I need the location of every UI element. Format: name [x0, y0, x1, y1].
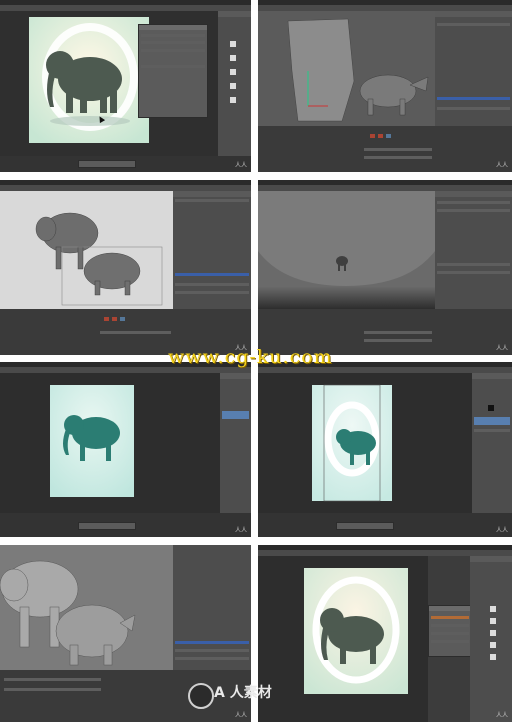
layers-panel[interactable]: [472, 373, 512, 513]
3d-scene: [258, 11, 435, 126]
corner-mark: 人人: [495, 527, 508, 534]
watermark-text: www.cg-ku.com: [168, 346, 333, 368]
timeline-area[interactable]: [258, 126, 512, 172]
logo-icon: [188, 683, 214, 709]
timeline-control[interactable]: [78, 160, 136, 168]
3d-viewport[interactable]: [0, 545, 173, 670]
3d-scene: [258, 191, 435, 309]
3d-scene: [0, 545, 173, 670]
3d-scene: [0, 191, 173, 309]
panel-photoshop-4: 人人: [258, 545, 512, 722]
attributes-panel[interactable]: [173, 191, 251, 309]
panel-3d-1: 人人: [258, 0, 512, 172]
corner-mark: 人人: [495, 712, 508, 719]
canvas-artwork: [312, 384, 392, 502]
3d-viewport[interactable]: [258, 11, 435, 126]
layers-panel[interactable]: [470, 556, 512, 722]
logo-text: A 人素材: [214, 685, 272, 701]
panel-photoshop-2: 人人: [0, 362, 251, 537]
canvas-viewport[interactable]: [258, 373, 472, 513]
status-bar: [0, 513, 251, 537]
corner-mark: 人人: [234, 712, 247, 719]
3d-viewport[interactable]: [0, 191, 173, 309]
canvas-viewport[interactable]: [258, 556, 428, 722]
layers-panel[interactable]: [220, 373, 251, 513]
layer-style-dialog[interactable]: [428, 605, 472, 657]
status-bar: [258, 513, 512, 537]
timeline-control[interactable]: [78, 522, 136, 530]
attributes-panel[interactable]: [173, 545, 251, 670]
corner-mark: 人人: [495, 162, 508, 169]
panel-3d-3: 人人: [258, 180, 512, 355]
dialog-title-bar[interactable]: [429, 606, 471, 611]
dialog-title-bar[interactable]: [139, 25, 207, 30]
layers-panel[interactable]: [218, 11, 251, 156]
panel-3d-2: 人人: [0, 180, 251, 355]
corner-mark: 人人: [495, 345, 508, 352]
object-manager-panel[interactable]: [435, 11, 512, 126]
3d-viewport[interactable]: [258, 191, 435, 309]
panel-photoshop-1: 人人: [0, 0, 251, 172]
status-bar: [0, 156, 251, 172]
properties-dialog[interactable]: [138, 24, 208, 118]
panel-photoshop-3: 人人: [258, 362, 512, 537]
object-manager-panel[interactable]: [435, 191, 512, 309]
timeline-control[interactable]: [336, 522, 394, 530]
canvas-viewport[interactable]: [0, 373, 220, 513]
corner-mark: 人人: [234, 527, 247, 534]
canvas-artwork: [50, 385, 134, 497]
corner-mark: 人人: [234, 162, 247, 169]
canvas-artwork: [304, 568, 408, 694]
